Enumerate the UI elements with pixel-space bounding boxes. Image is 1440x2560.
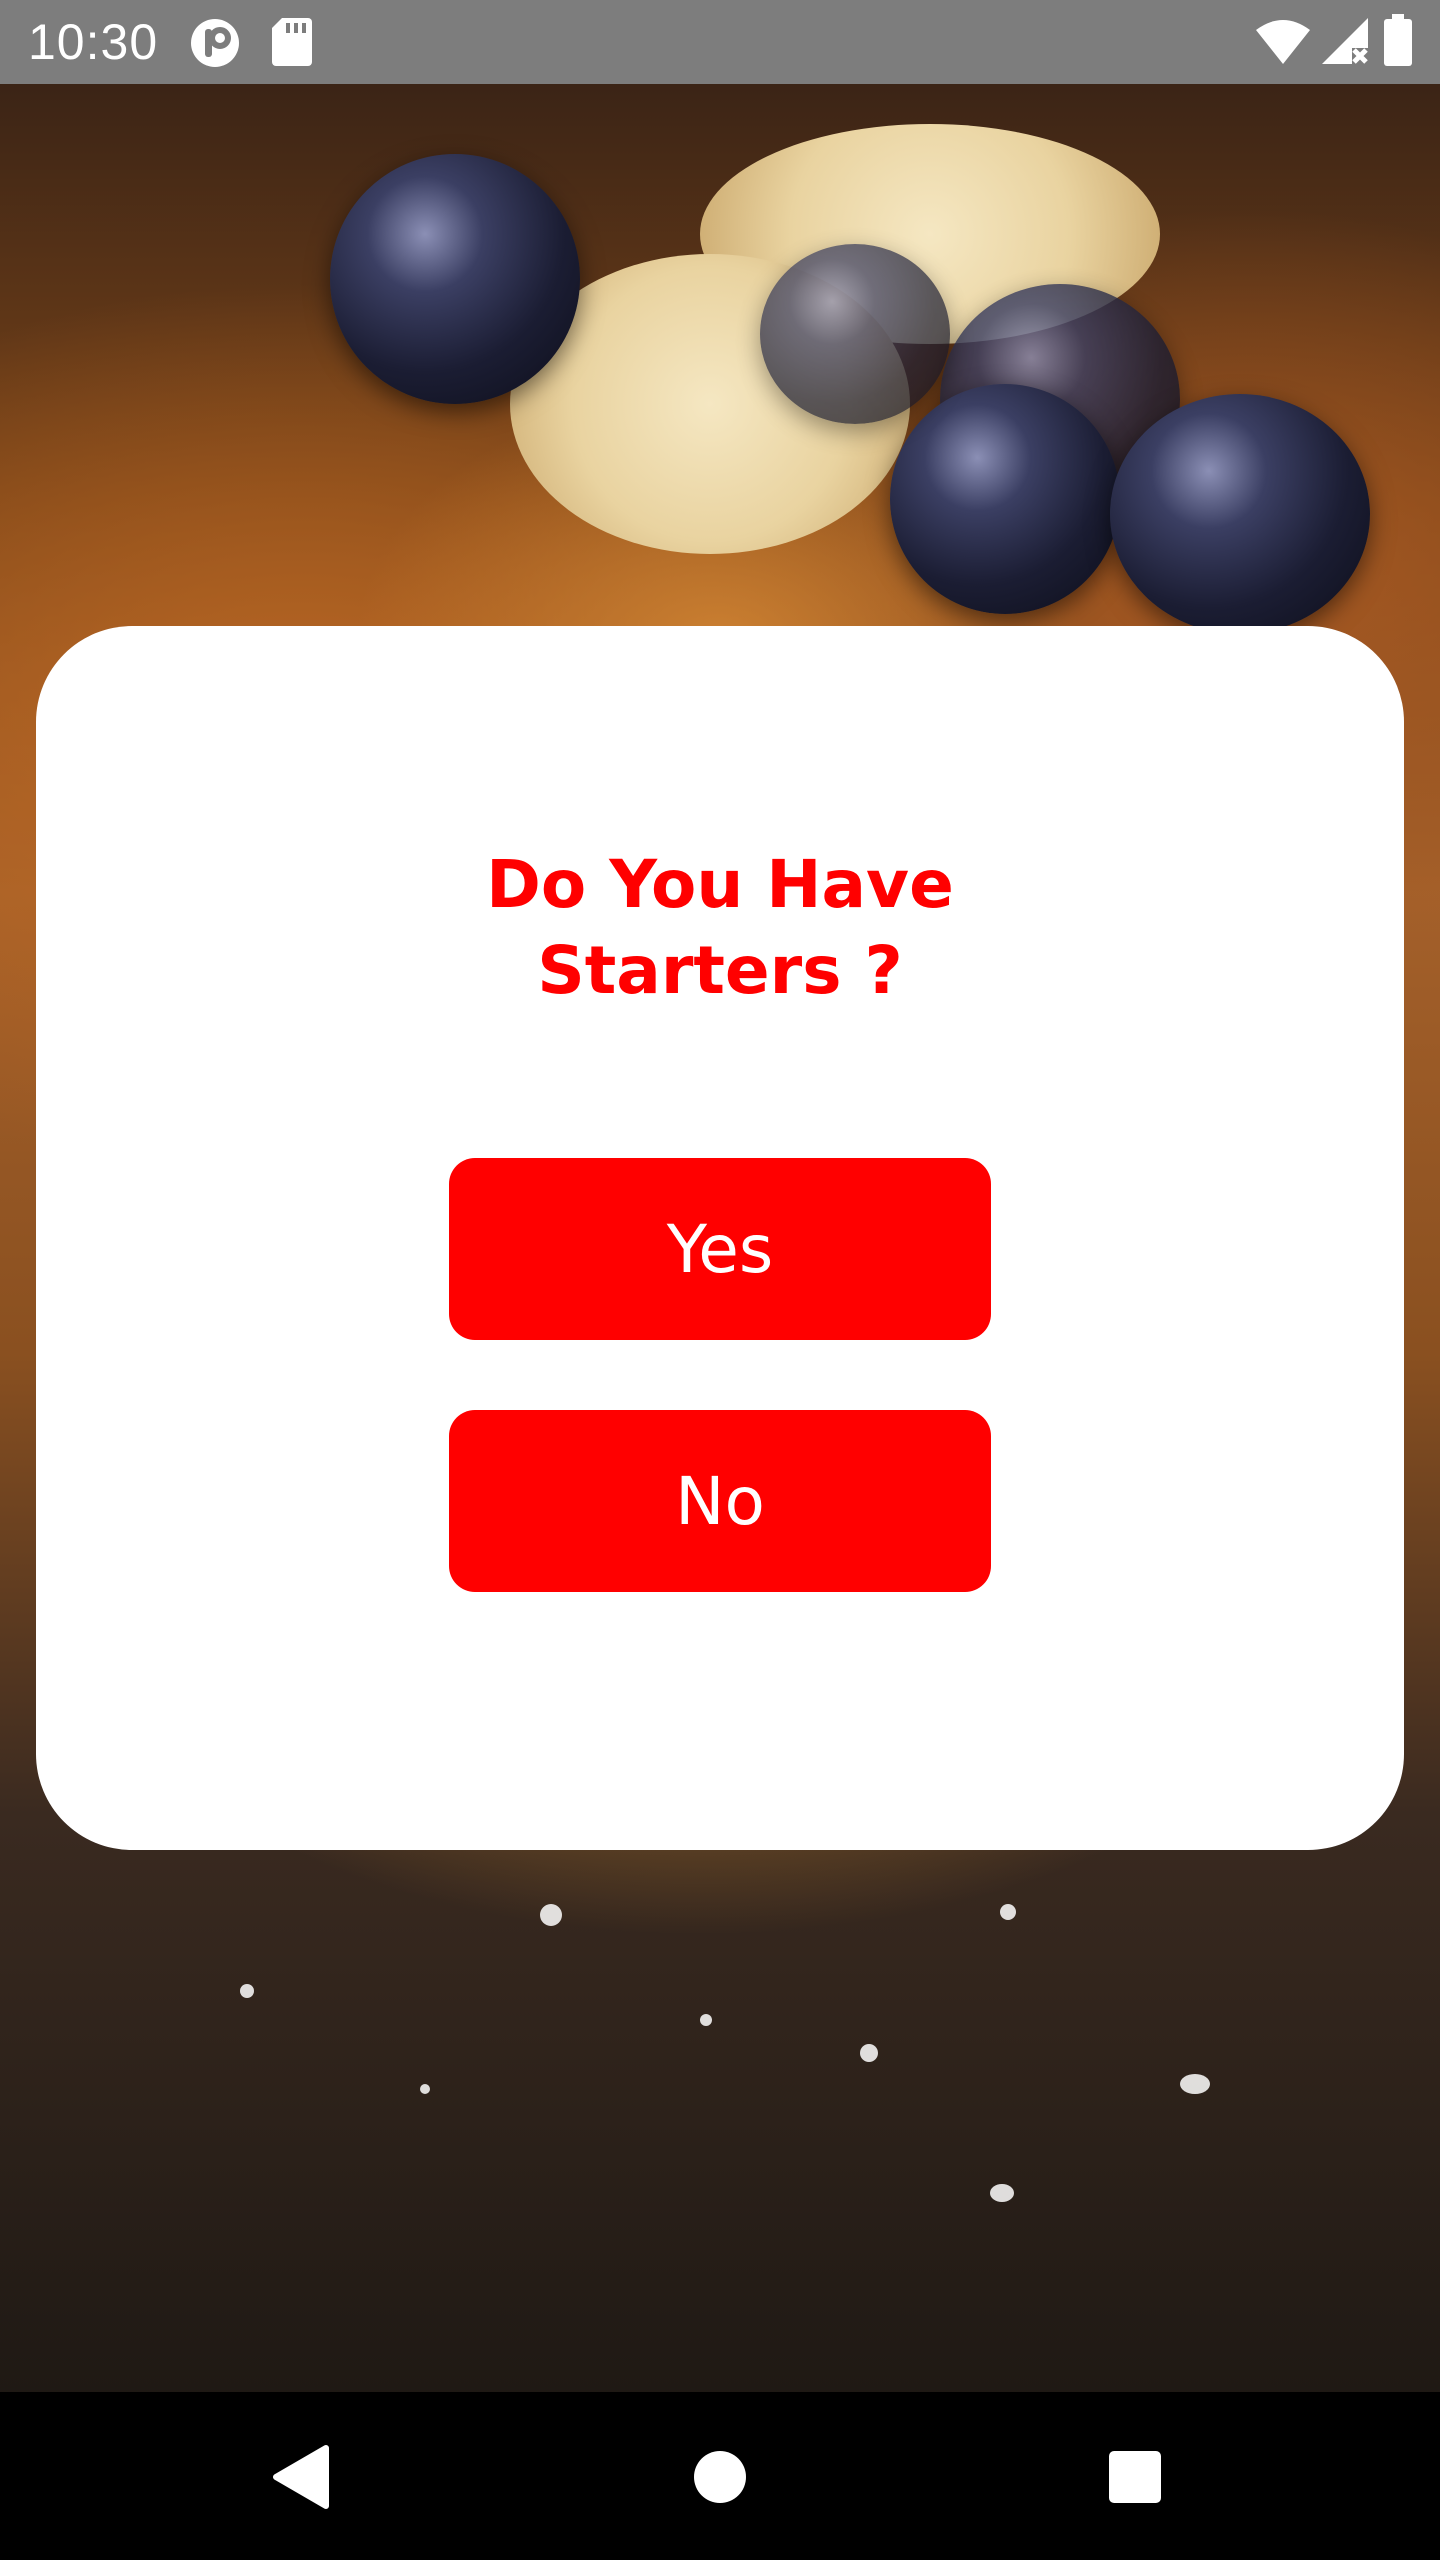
home-button[interactable] xyxy=(675,2432,765,2522)
starters-dialog: Do You Have Starters ? Yes No xyxy=(36,626,1404,1850)
blueberry xyxy=(760,244,950,424)
dialog-title: Do You Have Starters ? xyxy=(486,846,954,1009)
status-bar: 10:30 xyxy=(0,0,1440,84)
cellular-no-data-icon xyxy=(1322,18,1368,64)
home-icon xyxy=(694,2451,746,2503)
sugar-speck xyxy=(860,2044,878,2062)
back-button[interactable] xyxy=(255,2432,345,2522)
blueberry xyxy=(330,154,580,404)
sugar-speck xyxy=(540,1904,562,1926)
app-notification-icon xyxy=(191,19,239,67)
sugar-speck xyxy=(240,1984,254,1998)
recents-icon xyxy=(1109,2451,1161,2503)
navigation-bar xyxy=(0,2392,1440,2560)
sd-card-icon xyxy=(272,18,312,66)
battery-icon xyxy=(1384,14,1412,66)
status-time: 10:30 xyxy=(28,14,159,70)
wifi-icon xyxy=(1256,20,1310,64)
sugar-speck xyxy=(1180,2074,1210,2094)
sugar-speck xyxy=(700,2014,712,2026)
sugar-speck xyxy=(1000,1904,1016,1920)
yes-button[interactable]: Yes xyxy=(449,1158,991,1340)
sugar-speck xyxy=(990,2184,1014,2202)
back-icon xyxy=(273,2445,329,2509)
blueberry xyxy=(1110,394,1370,634)
recents-button[interactable] xyxy=(1090,2432,1180,2522)
blueberry xyxy=(890,384,1120,614)
sugar-speck xyxy=(420,2084,430,2094)
no-button[interactable]: No xyxy=(449,1410,991,1592)
